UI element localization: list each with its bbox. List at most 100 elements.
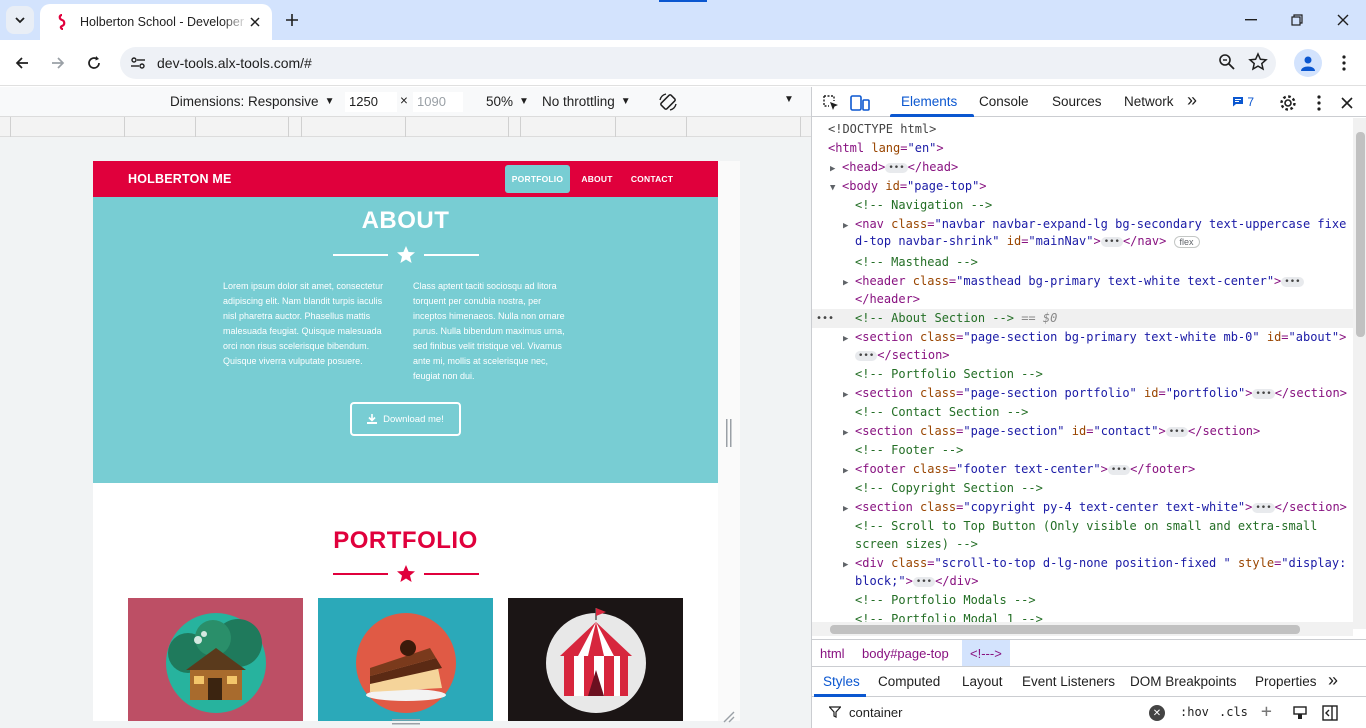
breadcrumb-body[interactable]: body#page-top <box>862 646 949 661</box>
back-button[interactable] <box>7 48 37 78</box>
nav-link-contact[interactable]: CONTACT <box>625 165 679 193</box>
caret-down-icon: ▼ <box>784 94 794 105</box>
download-button[interactable]: Download me! <box>350 402 461 436</box>
width-input[interactable]: 1250 <box>345 92 397 112</box>
class-toggle[interactable]: .cls <box>1219 705 1248 719</box>
dom-horizontal-scrollbar[interactable] <box>812 622 1353 636</box>
tab-search-button[interactable] <box>6 6 34 34</box>
height-input[interactable]: 1090 <box>413 92 463 112</box>
chrome-menu-button[interactable] <box>1332 49 1356 77</box>
styles-filter-input[interactable]: container <box>849 705 902 720</box>
page-preview[interactable]: HOLBERTON ME PORTFOLIO ABOUT CONTACT ABO… <box>93 161 718 721</box>
tab-styles[interactable]: Styles <box>823 674 860 689</box>
issues-counter[interactable]: 7 <box>1232 95 1254 109</box>
more-tabs-icon[interactable]: » <box>1328 670 1338 691</box>
media-query-ruler[interactable] <box>0 117 811 137</box>
bookmark-star-icon[interactable] <box>1248 52 1268 75</box>
tab-elements[interactable]: Elements <box>901 94 957 109</box>
minimize-button[interactable] <box>1228 0 1274 40</box>
dom-node-section-about[interactable]: ▶ <section class="page-section bg-primary… <box>812 328 1353 347</box>
device-toolbar-toggle-icon[interactable] <box>849 92 871 114</box>
zoom-select[interactable]: 50% ▼ <box>486 94 529 109</box>
dom-comment-scroll-top[interactable]: <!-- Scroll to Top Button (Only visible … <box>812 517 1353 536</box>
zoom-icon[interactable] <box>1218 53 1236 74</box>
devtools-panel: Elements Console Sources Network » 7 <!D… <box>811 87 1366 728</box>
tab-network[interactable]: Network <box>1124 94 1174 109</box>
devtools-menu-icon[interactable] <box>1308 92 1330 114</box>
dom-comment-modals[interactable]: <!-- Portfolio Modals --> <box>812 591 1353 610</box>
throttling-select[interactable]: No throttling ▼ <box>542 94 631 109</box>
dimension-times: × <box>400 93 408 108</box>
message-icon <box>1233 97 1243 107</box>
dimensions-select[interactable]: Dimensions: Responsive ▼ <box>170 94 334 109</box>
url-text[interactable]: dev-tools.alx-tools.com/# <box>157 55 312 71</box>
breadcrumb-html[interactable]: html <box>820 646 845 661</box>
dom-node-section-copyright[interactable]: ▶ <section class="copyright py-4 text-cen… <box>812 498 1353 517</box>
close-window-button[interactable] <box>1320 0 1366 40</box>
new-rule-plus-icon[interactable]: + <box>1261 701 1272 722</box>
clear-filter-icon[interactable]: ✕ <box>1149 705 1165 721</box>
dom-comment-copyright[interactable]: <!-- Copyright Section --> <box>812 479 1353 498</box>
resize-handle-bottom[interactable] <box>392 714 420 725</box>
dom-node-header-close[interactable]: </header> <box>812 290 1353 309</box>
dom-comment-footer[interactable]: <!-- Footer --> <box>812 441 1353 460</box>
dom-node-nav-cont[interactable]: d-top navbar-shrink" id="mainNav"> ••• </n… <box>812 232 1353 251</box>
site-brand[interactable]: HOLBERTON ME <box>128 172 232 186</box>
restore-button[interactable] <box>1274 0 1320 40</box>
dom-node-div-scroll[interactable]: ▶ <div class="scroll-to-top d-lg-none pos… <box>812 554 1353 573</box>
tab-properties[interactable]: Properties <box>1255 674 1317 689</box>
hover-state-toggle[interactable]: :hov <box>1180 705 1209 719</box>
tab-title: Holberton School - Developer t <box>80 15 248 29</box>
reload-button[interactable] <box>79 48 109 78</box>
dom-node-section-about-close[interactable]: ••• </section> <box>812 346 1353 365</box>
resize-handle-right[interactable] <box>726 419 732 447</box>
tab-close-icon[interactable] <box>244 11 266 33</box>
tab-console[interactable]: Console <box>979 94 1029 109</box>
tab-event-listeners[interactable]: Event Listeners <box>1022 674 1115 689</box>
portfolio-item-cabin[interactable] <box>128 598 303 721</box>
close-devtools-icon[interactable] <box>1336 92 1358 114</box>
tab-sources[interactable]: Sources <box>1052 94 1102 109</box>
more-tabs-icon[interactable]: » <box>1187 90 1197 111</box>
portfolio-item-circus[interactable] <box>508 598 683 721</box>
dom-comment-scroll-top-cont[interactable]: screen sizes) --> <box>812 535 1353 554</box>
dom-node-html[interactable]: <html lang="en"> <box>812 139 1353 158</box>
portfolio-item-cake[interactable] <box>318 598 493 721</box>
profile-avatar[interactable] <box>1294 49 1322 77</box>
dom-comment-about-selected[interactable]: ••• <!-- About Section --> == $0 <box>812 309 1353 328</box>
resize-handle-corner[interactable] <box>721 709 735 726</box>
nav-link-portfolio[interactable]: PORTFOLIO <box>505 165 570 193</box>
inspect-element-icon[interactable] <box>820 92 842 114</box>
dom-vertical-scrollbar[interactable] <box>1353 118 1366 629</box>
address-bar[interactable]: dev-tools.alx-tools.com/# <box>120 47 1276 79</box>
tab-dom-breakpoints[interactable]: DOM Breakpoints <box>1130 674 1237 689</box>
dom-comment-contact[interactable]: <!-- Contact Section --> <box>812 403 1353 422</box>
dom-node-footer[interactable]: ▶ <footer class="footer text-center"> ••• <… <box>812 460 1353 479</box>
device-options-button[interactable]: ▼ <box>784 94 794 105</box>
new-tab-button[interactable] <box>280 8 304 32</box>
dom-node-head[interactable]: ▶ <head> ••• </head> <box>812 158 1353 177</box>
browser-title-bar: Holberton School - Developer t <box>0 0 1366 40</box>
forward-button[interactable] <box>43 48 73 78</box>
dom-comment-portfolio[interactable]: <!-- Portfolio Section --> <box>812 365 1353 384</box>
dom-node-section-contact[interactable]: ▶ <section class="page-section" id="conta… <box>812 422 1353 441</box>
site-info-icon[interactable] <box>126 51 150 75</box>
breadcrumb-comment[interactable]: <!---> <box>962 640 1010 666</box>
zoom-label: 50% <box>486 94 514 109</box>
nav-link-about[interactable]: ABOUT <box>577 165 617 193</box>
computed-styles-toggle-icon[interactable] <box>1292 705 1308 724</box>
dom-node-div-scroll-cont[interactable]: block;"> ••• </div> <box>812 572 1353 591</box>
dom-node-header[interactable]: ▶ <header class="masthead bg-primary text… <box>812 272 1353 291</box>
tab-computed[interactable]: Computed <box>878 674 940 689</box>
rotate-button[interactable] <box>657 91 679 113</box>
dom-node-body[interactable]: ▼ <body id="page-top"> <box>812 177 1353 196</box>
dom-comment-navigation[interactable]: <!-- Navigation --> <box>812 196 1353 215</box>
browser-tab[interactable]: Holberton School - Developer t <box>40 4 272 40</box>
dom-node-doctype[interactable]: <!DOCTYPE html> <box>812 120 1353 139</box>
dom-comment-masthead[interactable]: <!-- Masthead --> <box>812 253 1353 272</box>
sidebar-toggle-icon[interactable] <box>1322 705 1338 724</box>
dom-node-section-portfolio[interactable]: ▶ <section class="page-section portfolio"… <box>812 384 1353 403</box>
settings-gear-icon[interactable] <box>1277 92 1299 114</box>
tab-layout[interactable]: Layout <box>962 674 1003 689</box>
more-vertical-icon <box>1342 55 1346 71</box>
